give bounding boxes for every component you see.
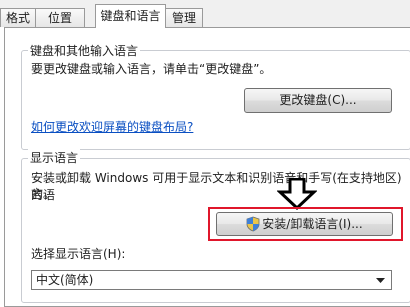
display-language-select[interactable]: 中文(简体) (31, 270, 392, 290)
display-language-group-title: 显示语言 (28, 149, 81, 166)
change-keyboards-button[interactable]: 更改键盘(C)... (244, 88, 392, 113)
change-keyboards-label: 更改键盘(C)... (279, 93, 357, 107)
keyboard-description: 要更改键盘或输入语言，请单击“更改键盘”。 (31, 62, 272, 76)
select-display-language-label: 选择显示语言(H): (31, 247, 126, 261)
display-language-description-line1: 安装或卸载 Windows 可用于显示文本和识别语音和手写(在支持地区)的语 (31, 171, 402, 202)
down-arrow-icon (277, 178, 317, 210)
display-language-description-line2: 言。 (31, 187, 56, 201)
tab-keyboards-and-languages[interactable]: 键盘和语言 (95, 4, 166, 28)
install-uninstall-languages-label: 安装/卸载语言(I)... (262, 217, 363, 231)
chevron-down-icon (376, 278, 385, 283)
keyboard-layout-help-link[interactable]: 如何更改欢迎屏幕的键盘布局? (31, 119, 193, 136)
tab-format[interactable]: 格式 (0, 8, 36, 27)
tab-strip: 格式 位置 键盘和语言 管理 (0, 0, 410, 28)
install-uninstall-languages-button[interactable]: 安装/卸载语言(I)... (216, 212, 393, 236)
uac-shield-icon (246, 216, 260, 231)
keyboard-group-title: 键盘和其他输入语言 (28, 42, 141, 59)
display-language-selected-value: 中文(简体) (36, 273, 94, 287)
tab-location[interactable]: 位置 (35, 8, 85, 27)
tab-administrative[interactable]: 管理 (165, 8, 203, 27)
